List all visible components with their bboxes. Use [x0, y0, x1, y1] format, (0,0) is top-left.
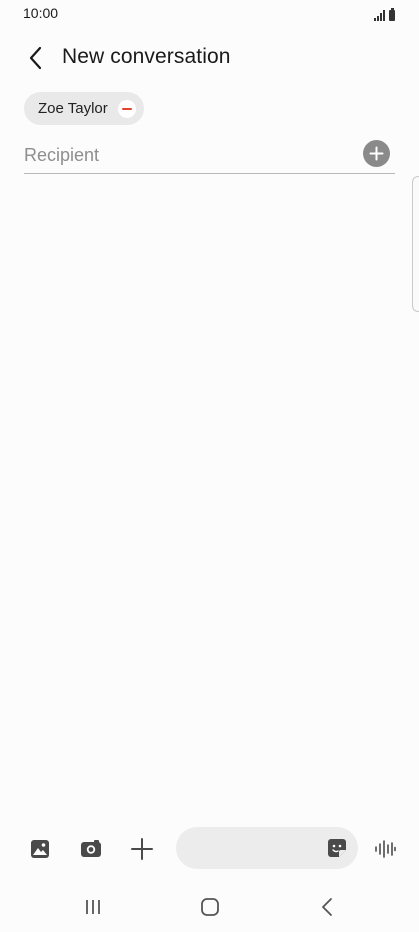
remove-recipient-button[interactable] — [117, 99, 136, 118]
gallery-icon — [31, 840, 49, 858]
minus-circle-icon — [121, 107, 132, 110]
recents-button[interactable] — [78, 894, 108, 920]
message-composer — [0, 820, 419, 876]
recipient-chip-label: Zoe Taylor — [38, 100, 108, 117]
system-nav-bar — [0, 886, 419, 928]
new-conversation-screen: 10:00 New conversation Zoe Taylor — [0, 0, 419, 932]
back-button[interactable] — [22, 44, 50, 72]
camera-icon — [81, 840, 101, 857]
voice-wave-icon — [375, 840, 396, 858]
recipient-chip[interactable]: Zoe Taylor — [24, 92, 144, 125]
recents-icon — [86, 900, 100, 914]
recipient-input[interactable] — [24, 142, 344, 168]
scroll-handle[interactable] — [412, 176, 419, 312]
plus-icon — [131, 838, 153, 860]
home-button[interactable] — [195, 894, 225, 920]
nav-back-button[interactable] — [312, 894, 342, 920]
battery-icon — [389, 8, 395, 21]
camera-button[interactable] — [76, 834, 106, 864]
status-time: 10:00 — [23, 5, 59, 21]
add-recipient-button[interactable] — [363, 140, 390, 167]
home-icon — [201, 898, 219, 916]
status-icons — [374, 7, 395, 21]
camera-notch — [175, 0, 245, 20]
message-field[interactable] — [176, 827, 358, 869]
page-title: New conversation — [62, 45, 231, 68]
sticker-button[interactable] — [326, 837, 348, 859]
status-bar: 10:00 — [0, 0, 419, 28]
back-icon — [322, 898, 332, 916]
attach-more-button[interactable] — [127, 834, 157, 864]
recipient-field-row — [24, 138, 395, 174]
signal-icon — [374, 10, 385, 21]
app-header: New conversation — [0, 38, 419, 78]
gallery-button[interactable] — [25, 834, 55, 864]
plus-circle-icon — [369, 146, 384, 161]
sticker-icon — [328, 839, 346, 857]
voice-record-button[interactable] — [370, 834, 400, 864]
message-input[interactable] — [192, 837, 322, 859]
chevron-left-icon — [29, 46, 42, 70]
